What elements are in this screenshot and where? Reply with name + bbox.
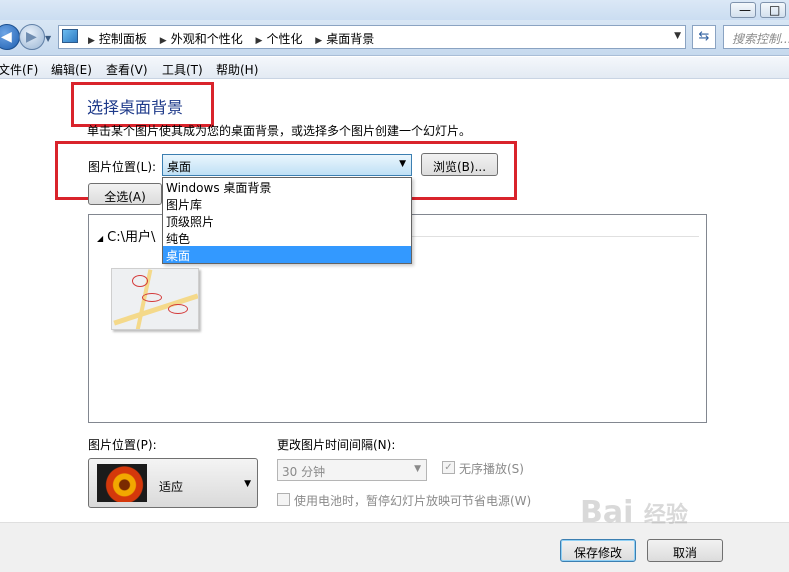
location-select-value: 桌面	[167, 160, 192, 174]
maximize-icon: □	[769, 3, 781, 17]
location-option-top-rated[interactable]: 顶级照片	[163, 212, 411, 229]
picture-position-select[interactable]: 适应 ▼	[88, 458, 258, 508]
interval-value: 30 分钟	[282, 465, 326, 479]
wallpaper-thumbnail[interactable]	[111, 268, 199, 330]
breadcrumb-item-control-panel[interactable]: 控制面板	[99, 32, 147, 46]
menu-bar: 文件(F) 编辑(E) 查看(V) 工具(T) 帮助(H)	[0, 57, 789, 79]
back-arrow-icon: ◀	[1, 29, 12, 45]
location-select[interactable]: 桌面 ▼	[162, 154, 412, 176]
interval-select[interactable]: 30 分钟 ▼	[277, 459, 427, 481]
picture-position-label: 图片位置(P):	[88, 438, 157, 452]
breadcrumb-chevron-icon[interactable]: ▶	[88, 36, 95, 46]
location-option-solid-colors[interactable]: 纯色	[163, 229, 411, 246]
menu-edit[interactable]: 编辑(E)	[51, 61, 92, 78]
breadcrumb-item-personalization[interactable]: 个性化	[266, 32, 302, 46]
location-option-windows-backgrounds[interactable]: Windows 桌面背景	[163, 178, 411, 195]
shuffle-checkbox[interactable]: ✓	[442, 461, 455, 474]
location-option-desktop[interactable]: 桌面	[163, 246, 411, 263]
control-panel-icon	[62, 29, 78, 43]
breadcrumb-chevron-icon[interactable]: ▶	[160, 36, 167, 46]
browse-button[interactable]: 浏览(B)...	[421, 153, 498, 176]
picture-position-value: 适应	[159, 480, 184, 494]
page-title: 选择桌面背景	[87, 98, 184, 117]
cancel-button[interactable]: 取消	[647, 539, 723, 562]
location-dropdown-list: Windows 桌面背景 图片库 顶级照片 纯色 桌面	[162, 177, 412, 264]
recent-pages-chevron-icon[interactable]: ▼	[45, 34, 51, 43]
breadcrumb-chevron-icon[interactable]: ▶	[256, 36, 263, 46]
maximize-button[interactable]: □	[760, 2, 786, 18]
flower-preview-image	[97, 464, 147, 502]
map-annotation-circle	[168, 304, 188, 314]
watermark-text: Bai	[580, 495, 634, 530]
breadcrumb: ▶ 控制面板 ▶ 外观和个性化 ▶ 个性化 ▶ 桌面背景	[83, 30, 378, 47]
breadcrumb-item-appearance[interactable]: 外观和个性化	[171, 32, 243, 46]
refresh-button[interactable]: ⇆	[692, 25, 716, 49]
checkmark-icon: ✓	[444, 462, 453, 473]
watermark-suffix: 经验	[643, 503, 688, 528]
title-bar: — □	[0, 0, 789, 22]
menu-tools[interactable]: 工具(T)	[162, 61, 203, 78]
minimize-button[interactable]: —	[730, 2, 756, 18]
menu-view[interactable]: 查看(V)	[106, 61, 148, 78]
battery-pause-checkbox[interactable]	[277, 493, 290, 506]
back-button[interactable]: ◀	[0, 24, 20, 50]
minimize-icon: —	[739, 3, 751, 17]
page-description: 单击某个图片使其成为您的桌面背景，或选择多个图片创建一个幻灯片。	[87, 124, 472, 138]
location-label: 图片位置(L):	[88, 160, 157, 174]
location-option-picture-library[interactable]: 图片库	[163, 195, 411, 212]
collapse-triangle-icon[interactable]: ◢	[97, 234, 103, 243]
map-annotation-circle	[132, 275, 148, 287]
chevron-down-icon: ▼	[244, 479, 251, 489]
map-annotation-circle	[142, 293, 162, 302]
address-bar[interactable]: ▶ 控制面板 ▶ 外观和个性化 ▶ 个性化 ▶ 桌面背景 ▼	[58, 25, 686, 49]
forward-arrow-icon: ▶	[26, 29, 37, 45]
save-button[interactable]: 保存修改	[560, 539, 636, 562]
menu-help[interactable]: 帮助(H)	[216, 61, 258, 78]
chevron-down-icon: ▼	[399, 159, 406, 169]
chevron-down-icon: ▼	[414, 464, 421, 474]
navigation-bar: ◀ ▶ ▼ ▶ 控制面板 ▶ 外观和个性化 ▶ 个性化 ▶ 桌面背景 ▼ ⇆ 搜索控制.…	[0, 20, 789, 56]
baidu-watermark: Bai 经验	[580, 495, 688, 530]
menu-file[interactable]: 文件(F)	[0, 61, 38, 78]
battery-pause-label: 使用电池时，暂停幻灯片放映可节省电源(W)	[294, 494, 532, 508]
search-input[interactable]: 搜索控制...	[723, 25, 789, 49]
breadcrumb-item-desktop-background[interactable]: 桌面背景	[326, 32, 374, 46]
select-all-button[interactable]: 全选(A)	[88, 183, 162, 205]
folder-group-header[interactable]: ◢ C:\用户\	[97, 226, 155, 245]
folder-path: C:\用户\	[107, 230, 156, 245]
interval-label: 更改图片时间间隔(N):	[277, 438, 396, 452]
address-dropdown-icon[interactable]: ▼	[674, 31, 681, 41]
forward-button[interactable]: ▶	[19, 24, 45, 50]
refresh-icon: ⇆	[698, 29, 710, 44]
breadcrumb-chevron-icon[interactable]: ▶	[315, 36, 322, 46]
shuffle-label: 无序播放(S)	[459, 462, 524, 476]
